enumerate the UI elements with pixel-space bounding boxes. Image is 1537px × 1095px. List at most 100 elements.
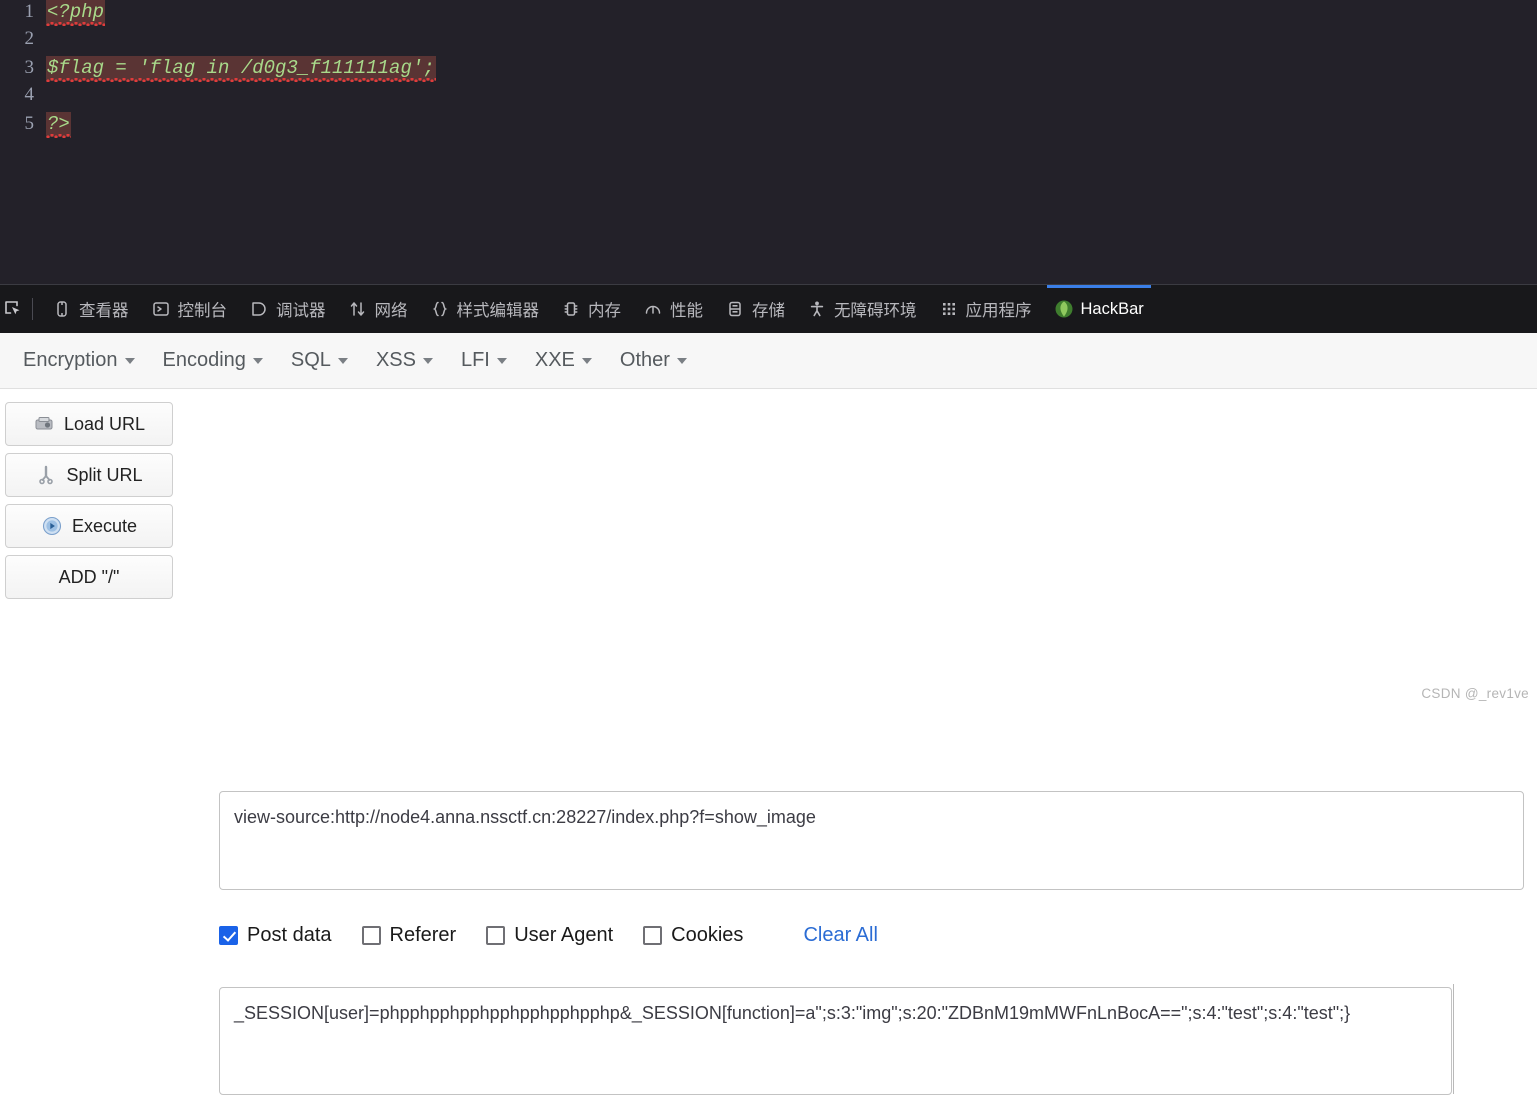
chevron-down-icon	[253, 358, 263, 364]
line-number: 3	[0, 57, 46, 79]
menu-label: SQL	[291, 349, 331, 372]
option-label: Post data	[247, 924, 332, 947]
button-label: ADD "/"	[59, 567, 120, 588]
option-referer[interactable]: Referer	[362, 924, 457, 947]
tab-style-editor[interactable]: 样式编辑器	[419, 285, 551, 333]
code-text: ?>	[46, 112, 71, 137]
tab-label: 应用程序	[966, 297, 1032, 321]
option-user-agent[interactable]: User Agent	[486, 924, 613, 947]
chevron-down-icon	[423, 358, 433, 364]
menu-label: Encryption	[23, 349, 118, 372]
referer-checkbox[interactable]	[362, 926, 381, 945]
menu-encoding[interactable]: Encoding	[150, 343, 276, 378]
tab-label: 网络	[375, 297, 408, 321]
tab-debugger[interactable]: 调试器	[238, 285, 337, 333]
tab-accessibility[interactable]: 无障碍环境	[796, 285, 928, 333]
line-number: 2	[0, 28, 46, 50]
button-label: Load URL	[64, 414, 145, 435]
option-label: User Agent	[514, 924, 613, 947]
tab-application[interactable]: 应用程序	[928, 285, 1043, 333]
option-label: Cookies	[671, 924, 743, 947]
tab-network[interactable]: 网络	[337, 285, 419, 333]
devtools-tab-bar: 查看器 控制台 调试器 网络 样式编辑器 内存 性能	[0, 284, 1537, 333]
chevron-down-icon	[582, 358, 592, 364]
hackbar-options-row: Post data Referer User Agent Cookies Cle…	[219, 919, 878, 951]
debugger-icon	[249, 299, 269, 319]
option-post-data[interactable]: Post data	[219, 924, 332, 947]
line-number: 1	[0, 1, 46, 23]
chevron-down-icon	[125, 358, 135, 364]
tab-storage[interactable]: 存储	[714, 285, 796, 333]
option-cookies[interactable]: Cookies	[643, 924, 743, 947]
menu-label: XSS	[376, 349, 416, 372]
panel-right-divider	[1453, 984, 1454, 1094]
code-text: $flag = 'flag in /d0g3_f111111ag';	[46, 56, 436, 81]
line-number: 4	[0, 84, 46, 106]
post-data-checkbox[interactable]	[219, 926, 238, 945]
tab-label: 性能	[670, 297, 703, 321]
url-input[interactable]	[219, 791, 1524, 890]
tab-hackbar[interactable]: HackBar	[1043, 285, 1155, 333]
cookies-checkbox[interactable]	[643, 926, 662, 945]
split-url-scissors-icon	[35, 464, 57, 486]
clear-all-link[interactable]: Clear All	[803, 924, 877, 947]
button-label: Split URL	[66, 465, 142, 486]
tab-label: 存储	[752, 297, 785, 321]
execute-play-icon	[41, 515, 63, 537]
tab-memory[interactable]: 内存	[550, 285, 632, 333]
tab-label: HackBar	[1081, 300, 1144, 319]
menu-other[interactable]: Other	[607, 343, 700, 378]
load-url-icon	[33, 413, 55, 435]
tab-label: 内存	[588, 297, 621, 321]
application-grid-icon	[939, 299, 959, 319]
tab-console[interactable]: 控制台	[140, 285, 239, 333]
view-source-pane: 1 <?php 2 3 $flag = 'flag in /d0g3_f1111…	[0, 0, 1537, 284]
tab-inspector[interactable]: 查看器	[41, 285, 140, 333]
menu-label: XXE	[535, 349, 575, 372]
hackbar-logo-icon	[1054, 299, 1074, 319]
code-line: 5 ?>	[0, 112, 1537, 140]
menu-lfi[interactable]: LFI	[448, 343, 520, 378]
accessibility-person-icon	[807, 299, 827, 319]
user-agent-checkbox[interactable]	[486, 926, 505, 945]
code-line: 3 $flag = 'flag in /d0g3_f111111ag';	[0, 56, 1537, 84]
code-line: 1 <?php	[0, 0, 1537, 28]
menu-encryption[interactable]: Encryption	[10, 343, 148, 378]
chevron-down-icon	[677, 358, 687, 364]
tab-label: 查看器	[79, 297, 129, 321]
hackbar-action-buttons: Load URL Split URL Execute ADD "/"	[5, 402, 173, 606]
toolbar-divider	[32, 298, 33, 320]
menu-label: LFI	[461, 349, 490, 372]
post-data-input[interactable]	[219, 987, 1452, 1095]
menu-sql[interactable]: SQL	[278, 343, 361, 378]
menu-xxe[interactable]: XXE	[522, 343, 605, 378]
tab-performance[interactable]: 性能	[632, 285, 714, 333]
code-text: <?php	[46, 0, 105, 25]
split-url-button[interactable]: Split URL	[5, 453, 173, 497]
element-picker-icon[interactable]	[0, 294, 28, 324]
option-label: Referer	[390, 924, 457, 947]
performance-gauge-icon	[643, 299, 663, 319]
line-number: 5	[0, 113, 46, 135]
tab-label: 调试器	[276, 297, 326, 321]
memory-icon	[561, 299, 581, 319]
code-line: 2	[0, 28, 1537, 56]
style-editor-braces-icon	[430, 299, 450, 319]
console-icon	[151, 299, 171, 319]
load-url-button[interactable]: Load URL	[5, 402, 173, 446]
tab-label: 无障碍环境	[834, 297, 917, 321]
add-slash-button[interactable]: ADD "/"	[5, 555, 173, 599]
menu-xss[interactable]: XSS	[363, 343, 446, 378]
csdn-watermark: CSDN @_rev1ve	[1421, 686, 1529, 701]
tab-label: 样式编辑器	[457, 297, 540, 321]
chevron-down-icon	[497, 358, 507, 364]
code-line: 4	[0, 84, 1537, 112]
inspector-icon	[52, 299, 72, 319]
execute-button[interactable]: Execute	[5, 504, 173, 548]
menu-label: Other	[620, 349, 670, 372]
storage-icon	[725, 299, 745, 319]
chevron-down-icon	[338, 358, 348, 364]
hackbar-panel: Load URL Split URL Execute ADD "/" Post …	[0, 389, 1537, 705]
tab-label: 控制台	[178, 297, 228, 321]
button-label: Execute	[72, 516, 137, 537]
